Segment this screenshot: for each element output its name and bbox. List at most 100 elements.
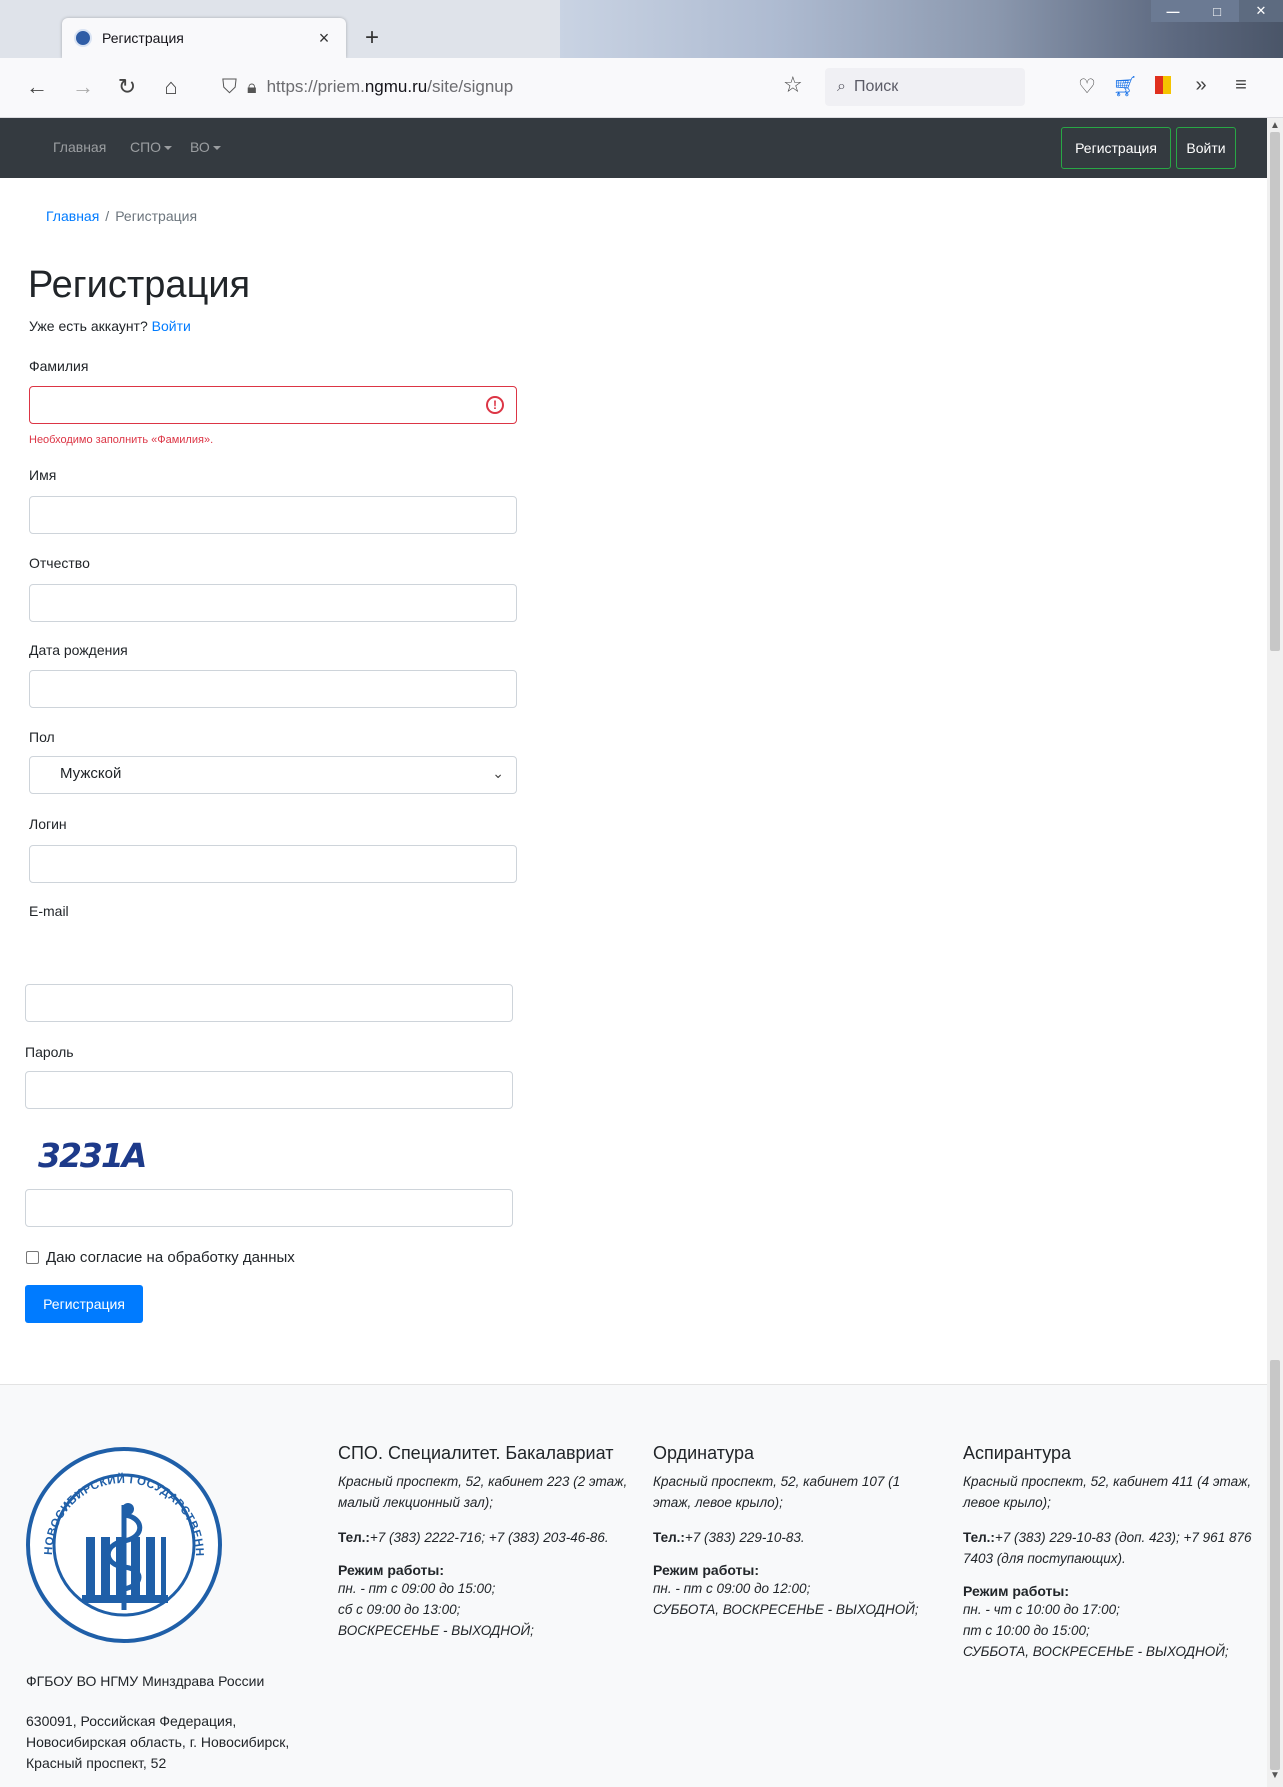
captcha-image[interactable]: 3231A xyxy=(38,1136,147,1175)
back-icon[interactable]: ← xyxy=(22,72,52,102)
name-input[interactable] xyxy=(29,496,517,534)
gender-selected-value: Мужской xyxy=(60,765,122,782)
university-logo-icon: НОВОСИБИРСКИЙ ГОСУДАРСТВЕННЫЙ МЕДИЦИНСКИ… xyxy=(24,1445,222,1643)
column-title: Аспирантура xyxy=(963,1443,1072,1463)
gender-select[interactable]: Мужской ⌄ xyxy=(29,756,517,794)
breadcrumb-separator: / xyxy=(105,208,110,224)
column-hours-line: пн. - пт с 09:00 до 15:00; xyxy=(338,1581,496,1596)
breadcrumb-current: Регистрация xyxy=(115,208,198,224)
page-title: Регистрация xyxy=(28,264,251,306)
window-controls: — □ ✕ xyxy=(1151,0,1283,22)
login-input[interactable] xyxy=(29,845,517,883)
register-submit-button[interactable]: Регистрация xyxy=(25,1285,143,1323)
nav-login-button[interactable]: Войти xyxy=(1176,127,1236,169)
footer-address: 630091, Российская Федерация, Новосибирс… xyxy=(26,1713,290,1771)
close-window-button[interactable]: ✕ xyxy=(1239,0,1283,22)
browser-toolbar: ← → ↻ ⌂ ⛉ 🔒︎ https://priem.ngmu.ru/site/… xyxy=(0,58,1283,118)
column-address: Красный проспект, 52, кабинет 107 (1 эта… xyxy=(653,1474,901,1510)
login-link[interactable]: Войти xyxy=(152,318,191,334)
url-text[interactable]: https://priem.ngmu.ru/site/signup xyxy=(267,77,514,97)
footer: НОВОСИБИРСКИЙ ГОСУДАРСТВЕННЫЙ МЕДИЦИНСКИ… xyxy=(0,1384,1267,1787)
column-hours-line: СУББОТА, ВОСКРЕСЕНЬЕ - ВЫХОДНОЙ; xyxy=(653,1602,919,1617)
consent-row: Даю согласие на обработку данных xyxy=(26,1249,295,1266)
new-tab-button[interactable]: + xyxy=(358,24,386,52)
email-input[interactable] xyxy=(25,984,513,1022)
nav-home[interactable]: Главная xyxy=(53,139,106,155)
footer-column-aspirantura: Аспирантура Красный проспект, 52, кабине… xyxy=(963,1441,1259,1662)
nav-register-button[interactable]: Регистрация xyxy=(1061,127,1171,169)
password-input[interactable] xyxy=(25,1071,513,1109)
error-icon: ! xyxy=(486,396,504,414)
captcha-input[interactable] xyxy=(25,1189,513,1227)
column-hours-title: Режим работы: xyxy=(338,1562,445,1578)
scroll-up-icon[interactable]: ▲ xyxy=(1267,120,1283,131)
nav-vo-dropdown[interactable]: ВО xyxy=(190,139,221,155)
gender-label: Пол xyxy=(29,729,55,745)
consent-label[interactable]: Даю согласие на обработку данных xyxy=(46,1249,295,1266)
breadcrumb-home-link[interactable]: Главная xyxy=(46,208,99,224)
cart-extension-icon[interactable]: 🛒︎ xyxy=(1112,74,1138,99)
column-hours-title: Режим работы: xyxy=(653,1562,760,1578)
bookmark-star-icon[interactable]: ☆ xyxy=(783,72,803,98)
pocket-icon[interactable]: ♡ xyxy=(1074,74,1100,99)
consent-checkbox[interactable] xyxy=(26,1251,39,1264)
reload-icon[interactable]: ↻ xyxy=(112,72,142,102)
surname-error: Необходимо заполнить «Фамилия». xyxy=(29,434,214,446)
patronymic-label: Отчество xyxy=(29,555,90,571)
overflow-chevron-icon[interactable]: » xyxy=(1188,74,1214,97)
url-bar[interactable]: ⛉ 🔒︎ https://priem.ngmu.ru/site/signup xyxy=(222,66,822,108)
nav-spo-dropdown[interactable]: СПО xyxy=(130,139,173,155)
column-hours-line: пн. - чт с 10:00 до 17:00; xyxy=(963,1602,1120,1617)
search-placeholder: Поиск xyxy=(853,78,899,95)
column-hours-line: пт с 10:00 до 15:00; xyxy=(963,1623,1090,1638)
column-address: Красный проспект, 52, кабинет 223 (2 эта… xyxy=(338,1474,628,1510)
footer-column-spo: СПО. Специалитет. Бакалавриат Красный пр… xyxy=(338,1441,628,1641)
breadcrumb: Главная / Регистрация xyxy=(46,208,197,224)
vertical-scrollbar[interactable]: ▲ ▼ xyxy=(1267,118,1283,1787)
home-icon[interactable]: ⌂ xyxy=(156,72,186,102)
column-title: Ординатура xyxy=(653,1443,754,1463)
site-navbar: Главная СПО ВО Регистрация Войти xyxy=(0,118,1267,178)
shield-icon[interactable]: ⛉ xyxy=(222,76,237,99)
scrollbar-thumb-lower[interactable] xyxy=(1270,1360,1280,1770)
login-field-label: Логин xyxy=(29,816,67,832)
column-address: Красный проспект, 52, кабинет 411 (4 эта… xyxy=(963,1474,1252,1510)
column-hours-title: Режим работы: xyxy=(963,1583,1070,1599)
column-phone: Тел.:+7 (383) 229-10-83 (доп. 423); +7 9… xyxy=(963,1530,1252,1566)
column-hours-line: пн. - пт с 09:00 до 12:00; xyxy=(653,1581,811,1596)
forward-icon[interactable]: → xyxy=(68,72,98,102)
maximize-button[interactable]: □ xyxy=(1195,0,1239,22)
menu-hamburger-icon[interactable]: ≡ xyxy=(1228,74,1254,97)
birthdate-input[interactable] xyxy=(29,670,517,708)
caret-down-icon xyxy=(164,146,173,151)
column-hours-line: сб с 09:00 до 13:00; xyxy=(338,1602,461,1617)
has-account-line: Уже есть аккаунт? Войти xyxy=(29,318,191,334)
close-tab-icon[interactable]: × xyxy=(314,28,334,49)
column-title: СПО. Специалитет. Бакалавриат xyxy=(338,1443,614,1463)
column-hours-line: ВОСКРЕСЕНЬЕ - ВЫХОДНОЙ; xyxy=(338,1623,534,1638)
birthdate-label: Дата рождения xyxy=(29,642,128,658)
footer-org: ФГБОУ ВО НГМУ Минздрава России xyxy=(26,1673,265,1689)
search-icon: ⌕ xyxy=(837,78,846,95)
column-phone: Тел.:+7 (383) 229-10-83. xyxy=(653,1530,805,1545)
scrollbar-thumb[interactable] xyxy=(1270,132,1280,651)
name-label: Имя xyxy=(29,467,57,483)
surname-label: Фамилия xyxy=(29,358,89,374)
browser-tab[interactable]: Регистрация × xyxy=(62,18,346,58)
tab-title: Регистрация xyxy=(102,30,184,46)
scroll-down-icon[interactable]: ▼ xyxy=(1267,1770,1283,1781)
column-phone: Тел.:+7 (383) 2222-716; +7 (383) 203-46-… xyxy=(338,1530,609,1545)
search-box[interactable]: ⌕ Поиск xyxy=(825,68,1025,106)
password-label: Пароль xyxy=(25,1044,74,1060)
bookmark-extension-icon[interactable] xyxy=(1150,74,1176,102)
caret-down-icon xyxy=(212,146,221,151)
lock-icon[interactable]: 🔒︎ xyxy=(247,77,257,98)
minimize-button[interactable]: — xyxy=(1151,0,1195,22)
chevron-down-icon: ⌄ xyxy=(492,765,504,781)
patronymic-input[interactable] xyxy=(29,584,517,622)
surname-input[interactable] xyxy=(29,386,517,424)
has-account-text: Уже есть аккаунт? xyxy=(29,318,148,334)
browser-tabbar: Регистрация × + — □ ✕ xyxy=(0,0,1283,58)
site-favicon-icon xyxy=(74,29,92,47)
footer-column-ordinatura: Ординатура Красный проспект, 52, кабинет… xyxy=(653,1441,928,1620)
